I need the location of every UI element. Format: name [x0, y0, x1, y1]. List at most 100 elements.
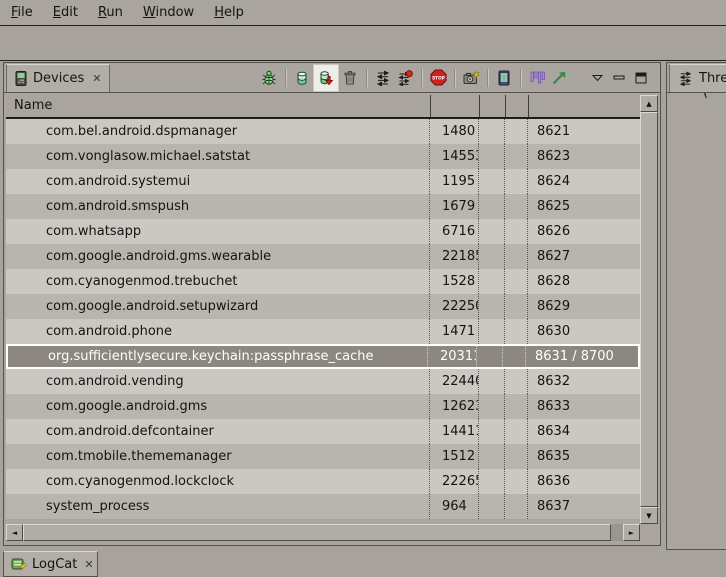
menu-window[interactable]: Window	[143, 5, 194, 20]
cell-name: com.android.vending	[6, 369, 430, 394]
column-divider[interactable]	[505, 95, 506, 117]
device-row[interactable]: com.vonglasow.michael.satstat145538623	[6, 144, 640, 169]
vertical-scrollbar[interactable]: ▲ ▼	[640, 95, 658, 524]
cell-c3	[479, 494, 505, 519]
tab-logcat-close-icon[interactable]: ✕	[84, 558, 93, 571]
cell-port: 8623	[528, 144, 640, 169]
device-row[interactable]: com.cyanogenmod.trebuchet15288628	[6, 269, 640, 294]
device-row[interactable]: com.cyanogenmod.lockclock222658636	[6, 469, 640, 494]
tab-logcat[interactable]: LogCat ✕	[3, 551, 98, 577]
cell-c3	[479, 469, 505, 494]
main-toolbar-strip	[0, 27, 726, 61]
device-row-selected[interactable]: org.sufficientlysecure.keychain:passphra…	[6, 344, 640, 369]
tab-threads[interactable]: Threa	[669, 64, 726, 92]
column-divider[interactable]	[430, 95, 431, 117]
cell-port: 8634	[528, 419, 640, 444]
device-row[interactable]: com.android.phone14718630	[6, 319, 640, 344]
cause-gc-trash-icon[interactable]	[339, 66, 361, 90]
cell-name: com.android.phone	[6, 319, 430, 344]
device-row[interactable]: com.android.systemui11958624	[6, 169, 640, 194]
scroll-left-button[interactable]: ◄	[6, 524, 23, 541]
horizontal-scrollbar[interactable]: ◄ ►	[6, 524, 640, 541]
update-threads-icon[interactable]	[372, 66, 394, 90]
horizontal-scrollbar-track[interactable]	[611, 524, 623, 541]
tab-threads-label: Threa	[699, 71, 726, 86]
table-header[interactable]: Name	[6, 95, 640, 119]
opengl-trace-icon[interactable]	[548, 66, 570, 90]
menu-edit[interactable]: Edit	[53, 5, 78, 20]
scroll-right-button[interactable]: ►	[623, 524, 640, 541]
cell-pid: 6716	[430, 219, 479, 244]
device-row[interactable]: com.bel.android.dspmanager14808621	[6, 119, 640, 144]
debug-process-icon[interactable]	[258, 66, 280, 90]
column-divider[interactable]	[479, 95, 480, 117]
cell-name: com.bel.android.dspmanager	[6, 119, 430, 144]
vertical-scrollbar-thumb[interactable]	[640, 112, 658, 507]
cell-c3	[479, 194, 505, 219]
cell-c4	[505, 444, 528, 469]
cell-name: com.google.android.gms.wearable	[6, 244, 430, 269]
cell-pid: 22250	[430, 294, 479, 319]
cell-port: 8636	[528, 469, 640, 494]
menu-run[interactable]: Run	[98, 5, 123, 20]
cell-port: 8626	[528, 219, 640, 244]
device-row[interactable]: com.android.vending224408632	[6, 369, 640, 394]
cell-c3	[479, 319, 505, 344]
toolbar-separator	[285, 69, 286, 87]
toolbar-separator	[520, 69, 521, 87]
tab-devices[interactable]: Devices ✕	[6, 64, 110, 92]
cell-port: 8631 / 8700	[526, 346, 638, 367]
cell-c4	[505, 244, 528, 269]
device-row[interactable]: com.google.android.gms.wearable221858627	[6, 244, 640, 269]
cell-name: com.cyanogenmod.trebuchet	[6, 269, 430, 294]
cell-port: 8629	[528, 294, 640, 319]
cell-name: com.android.systemui	[6, 169, 430, 194]
cell-c3	[479, 144, 505, 169]
column-divider[interactable]	[528, 95, 529, 117]
cell-name: com.google.android.setupwizard	[6, 294, 430, 319]
cell-pid: 1512	[430, 444, 479, 469]
cell-pid: 964	[430, 494, 479, 519]
horizontal-scrollbar-thumb[interactable]	[23, 524, 611, 541]
cell-port: 8625	[528, 194, 640, 219]
tab-devices-close-icon[interactable]: ✕	[92, 72, 101, 85]
cell-c4	[505, 294, 528, 319]
start-method-profiling-icon[interactable]	[394, 66, 416, 90]
scroll-down-button[interactable]: ▼	[640, 507, 658, 524]
device-row[interactable]: com.android.smspush1679 8625	[6, 194, 640, 219]
device-row[interactable]: com.tmobile.thememanager15128635	[6, 444, 640, 469]
cell-c4	[503, 346, 526, 367]
cell-pid: 1679	[430, 194, 479, 219]
device-row[interactable]: com.android.defcontainer144118634	[6, 419, 640, 444]
minimize-icon[interactable]	[608, 66, 630, 90]
cell-c3	[479, 269, 505, 294]
cell-port: 8628	[528, 269, 640, 294]
device-row[interactable]: com.google.android.gms126238633	[6, 394, 640, 419]
tab-logcat-label: LogCat	[32, 557, 77, 572]
systrace-icon[interactable]	[526, 66, 548, 90]
maximize-icon[interactable]	[630, 66, 652, 90]
menu-file[interactable]: File	[11, 5, 33, 20]
update-heap-icon[interactable]	[291, 66, 313, 90]
cell-port: 8635	[528, 444, 640, 469]
cell-name: com.android.smspush	[6, 194, 430, 219]
cell-name: org.sufficientlysecure.keychain:passphra…	[8, 346, 428, 367]
devices-tabbar: Devices ✕	[4, 63, 660, 93]
scroll-up-button[interactable]: ▲	[640, 95, 658, 112]
device-row[interactable]: com.google.android.setupwizard22250 8629	[6, 294, 640, 319]
toolbar-separator	[454, 69, 455, 87]
device-row[interactable]: com.whatsapp67168626	[6, 219, 640, 244]
view-menu-chevron-icon[interactable]	[586, 66, 608, 90]
cell-pid: 1195	[430, 169, 479, 194]
column-header-name[interactable]: Name	[6, 95, 640, 117]
device-row[interactable]: system_process9648637	[6, 494, 640, 519]
stop-process-icon[interactable]: STOP	[427, 66, 449, 90]
devices-panel: Devices ✕	[3, 62, 661, 546]
cell-c4	[505, 269, 528, 294]
screen-capture-camera-icon[interactable]	[460, 66, 482, 90]
menu-help[interactable]: Help	[214, 5, 244, 20]
cell-pid: 12623	[430, 394, 479, 419]
device-screen-icon[interactable]	[493, 66, 515, 90]
dump-hprof-icon[interactable]	[313, 64, 339, 92]
cell-pid: 14553	[430, 144, 479, 169]
